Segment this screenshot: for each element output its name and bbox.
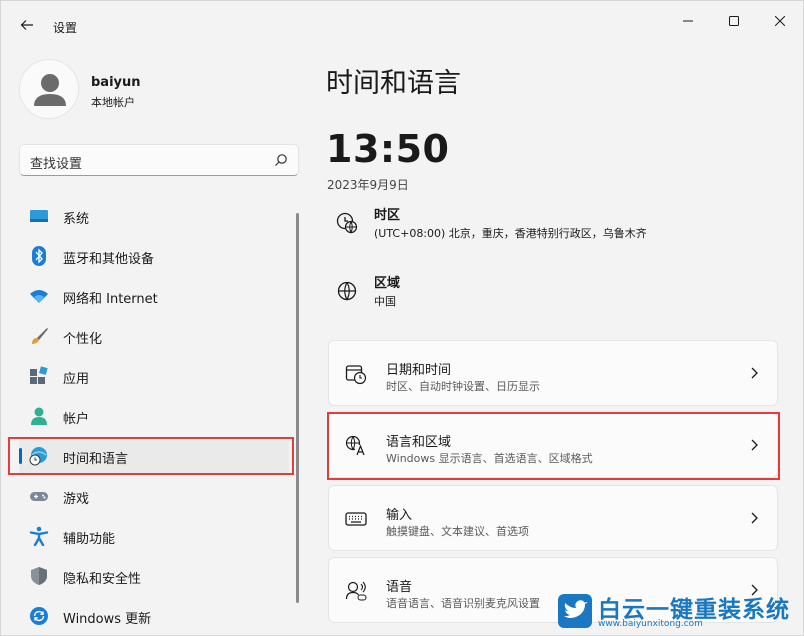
- close-button[interactable]: [757, 7, 803, 35]
- sidebar-item-accessibility[interactable]: 辅助功能: [19, 517, 289, 555]
- sidebar-item-label: 应用: [63, 372, 90, 387]
- minimize-icon: [683, 20, 693, 22]
- sidebar-item-label: 系统: [63, 212, 90, 227]
- shield-icon: [31, 567, 47, 585]
- avatar[interactable]: [19, 59, 79, 119]
- sidebar-item-label: 帐户: [63, 412, 90, 427]
- region-value: 中国: [374, 295, 396, 308]
- card-title: 语音: [386, 580, 413, 595]
- brush-icon: [32, 328, 48, 344]
- user-name: baiyun: [91, 75, 141, 90]
- close-icon: [775, 16, 785, 26]
- title-bar: 设置: [1, 1, 804, 41]
- date-time-card[interactable]: 日期和时间 时区、自动时钟设置、日历显示: [328, 340, 778, 406]
- search-placeholder: 查找设置: [30, 157, 83, 172]
- sidebar-item-network[interactable]: 网络和 Internet: [19, 277, 289, 315]
- sidebar-item-personalization[interactable]: 个性化: [19, 317, 289, 355]
- sidebar-item-privacy[interactable]: 隐私和安全性: [19, 557, 289, 595]
- sidebar-item-gaming[interactable]: 游戏: [19, 477, 289, 515]
- system-icon: [30, 210, 48, 222]
- sidebar-item-label: 网络和 Internet: [63, 292, 158, 307]
- card-subtitle: 时区、自动时钟设置、日历显示: [386, 380, 540, 393]
- account-type: 本地帐户: [91, 96, 135, 109]
- sidebar-item-label: 个性化: [63, 332, 103, 347]
- bird-logo-icon: [564, 600, 588, 618]
- search-input[interactable]: 查找设置: [19, 144, 299, 176]
- sidebar-item-apps[interactable]: 应用: [19, 357, 289, 395]
- maximize-button[interactable]: [711, 7, 757, 35]
- keyboard-icon: [345, 512, 367, 526]
- back-arrow-icon: [20, 20, 33, 30]
- region-info: 区域 中国: [336, 272, 776, 316]
- sidebar-item-label: 隐私和安全性: [63, 572, 142, 587]
- watermark-url: www.baiyunxitong.com: [598, 619, 703, 629]
- timezone-info: 时区 (UTC+08:00) 北京，重庆，香港特别行政区，乌鲁木齐: [336, 204, 776, 248]
- chevron-right-icon: [751, 512, 758, 524]
- timezone-value: (UTC+08:00) 北京，重庆，香港特别行政区，乌鲁木齐: [374, 227, 647, 240]
- card-title: 输入: [386, 508, 413, 523]
- watermark: 白云一键重装系统 www.baiyunxitong.com: [558, 590, 803, 636]
- apps-icon: [30, 366, 48, 384]
- card-subtitle: 触摸键盘、文本建议、首选项: [386, 525, 529, 538]
- minimize-button[interactable]: [665, 7, 711, 35]
- globe-icon: [337, 281, 357, 301]
- card-subtitle: 语音语言、语音识别麦克风设置: [386, 597, 540, 610]
- region-title: 区域: [374, 276, 401, 291]
- page-title: 时间和语言: [326, 68, 461, 99]
- input-card[interactable]: 输入 触摸键盘、文本建议、首选项: [328, 485, 778, 551]
- accessibility-icon: [29, 526, 49, 546]
- sidebar-item-bluetooth[interactable]: 蓝牙和其他设备: [19, 237, 289, 275]
- highlight-box-time-language: [8, 437, 294, 475]
- sidebar-item-label: Windows 更新: [63, 612, 152, 627]
- bluetooth-icon: [32, 246, 46, 266]
- maximize-icon: [729, 16, 739, 26]
- highlight-box-language-region: [327, 412, 780, 480]
- update-icon: [30, 607, 48, 625]
- current-date: 2023年9月9日: [327, 178, 409, 192]
- timezone-title: 时区: [374, 208, 401, 223]
- sidebar-item-accounts[interactable]: 帐户: [19, 397, 289, 435]
- back-button[interactable]: [13, 11, 41, 39]
- calendar-clock-icon: [345, 365, 367, 385]
- user-avatar-icon: [34, 74, 66, 106]
- gamepad-icon: [30, 492, 48, 501]
- speech-icon: [345, 581, 367, 601]
- settings-window: 设置 baiyun 本地帐户 查找设置 系统 蓝牙和其他设备 网络和 Inter…: [0, 0, 804, 636]
- current-time: 13:50: [326, 127, 450, 171]
- timezone-icon: [336, 212, 358, 234]
- card-title: 日期和时间: [386, 363, 452, 378]
- sidebar-item-label: 游戏: [63, 492, 90, 507]
- sidebar-item-label: 蓝牙和其他设备: [63, 252, 155, 267]
- wifi-icon: [30, 290, 48, 303]
- person-icon: [31, 407, 47, 425]
- watermark-logo: [558, 594, 592, 628]
- chevron-right-icon: [751, 367, 758, 379]
- sidebar-item-label: 辅助功能: [63, 532, 116, 547]
- search-icon[interactable]: [274, 153, 288, 167]
- app-title: 设置: [53, 21, 78, 35]
- sidebar-item-system[interactable]: 系统: [19, 197, 289, 235]
- sidebar-scrollbar[interactable]: [296, 213, 299, 603]
- sidebar-item-windows-update[interactable]: Windows 更新: [19, 597, 289, 635]
